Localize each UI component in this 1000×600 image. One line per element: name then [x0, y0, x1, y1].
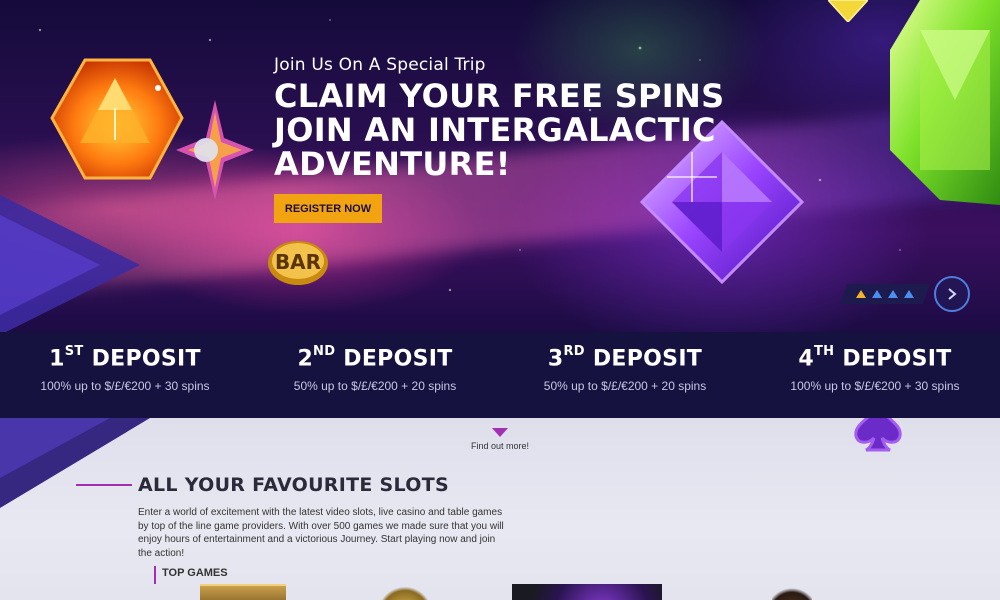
headline-line: CLAIM YOUR FREE SPINS	[274, 77, 725, 115]
section-divider	[76, 484, 132, 486]
section-body: Enter a world of excitement with the lat…	[138, 507, 504, 559]
headline-line: JOIN AN INTERGALACTIC	[274, 111, 716, 149]
slide-dot[interactable]	[872, 290, 882, 298]
caret-down-icon	[492, 428, 508, 437]
content-section: Find out more! ALL YOUR FAVOURITE SLOTS …	[0, 418, 1000, 600]
game-thumbnail[interactable]	[772, 584, 812, 600]
bar-badge-label: BAR	[275, 250, 321, 274]
deposit-title: 3RD DEPOSIT	[547, 344, 703, 372]
hero-text: Join Us On A Special Trip CLAIM YOUR FRE…	[274, 55, 724, 181]
deposit-title: 4TH DEPOSIT	[798, 344, 952, 372]
deposit-detail: 50% up to $/£/€200 + 20 spins	[543, 379, 707, 394]
register-now-button[interactable]: REGISTER NOW	[274, 194, 382, 223]
deposit-detail: 50% up to $/£/€200 + 20 spins	[293, 379, 457, 394]
bar-symbol-logo: BAR	[268, 241, 328, 285]
deposit-card[interactable]: 3RD DEPOSIT 50% up to $/£/€200 + 20 spin…	[500, 332, 750, 418]
slider-indicator	[840, 284, 930, 304]
hero-banner: Join Us On A Special Trip CLAIM YOUR FRE…	[0, 0, 1000, 332]
orange-gem-icon	[50, 58, 184, 180]
green-gem-icon	[890, 0, 1000, 205]
slide-dot[interactable]	[856, 290, 866, 298]
spade-icon	[854, 418, 902, 452]
hero-subtitle: Join Us On A Special Trip	[274, 55, 486, 75]
yellow-gem-icon	[828, 0, 868, 22]
deposit-detail: 100% up to $/£/€200 + 30 spins	[40, 379, 210, 394]
game-thumbnail[interactable]	[380, 584, 430, 600]
deposit-title: 1ST DEPOSIT	[49, 344, 201, 372]
star-gem-icon	[176, 100, 254, 200]
find-out-more-label: Find out more!	[470, 441, 530, 451]
top-games-heading: TOP GAMES	[154, 566, 228, 584]
slide-dot[interactable]	[904, 290, 914, 298]
game-thumbnail[interactable]	[512, 584, 662, 600]
headline-line: ADVENTURE!	[274, 145, 511, 183]
decor-triangle-inner	[0, 215, 100, 315]
section-title: ALL YOUR FAVOURITE SLOTS	[138, 474, 449, 496]
hero-headline: CLAIM YOUR FREE SPINS JOIN AN INTERGALAC…	[274, 79, 724, 181]
deposit-title: 2ND DEPOSIT	[297, 344, 453, 372]
deposit-card[interactable]: 2ND DEPOSIT 50% up to $/£/€200 + 20 spin…	[250, 332, 500, 418]
deposit-bonus-bar: 1ST DEPOSIT 100% up to $/£/€200 + 30 spi…	[0, 332, 1000, 418]
slide-dot[interactable]	[888, 290, 898, 298]
deposit-card[interactable]: 4TH DEPOSIT 100% up to $/£/€200 + 30 spi…	[750, 332, 1000, 418]
game-thumbnail[interactable]	[200, 584, 286, 600]
chevron-right-icon	[948, 288, 957, 300]
slider-next-button[interactable]	[934, 276, 970, 312]
deposit-card[interactable]: 1ST DEPOSIT 100% up to $/£/€200 + 30 spi…	[0, 332, 250, 418]
deposit-detail: 100% up to $/£/€200 + 30 spins	[790, 379, 960, 394]
